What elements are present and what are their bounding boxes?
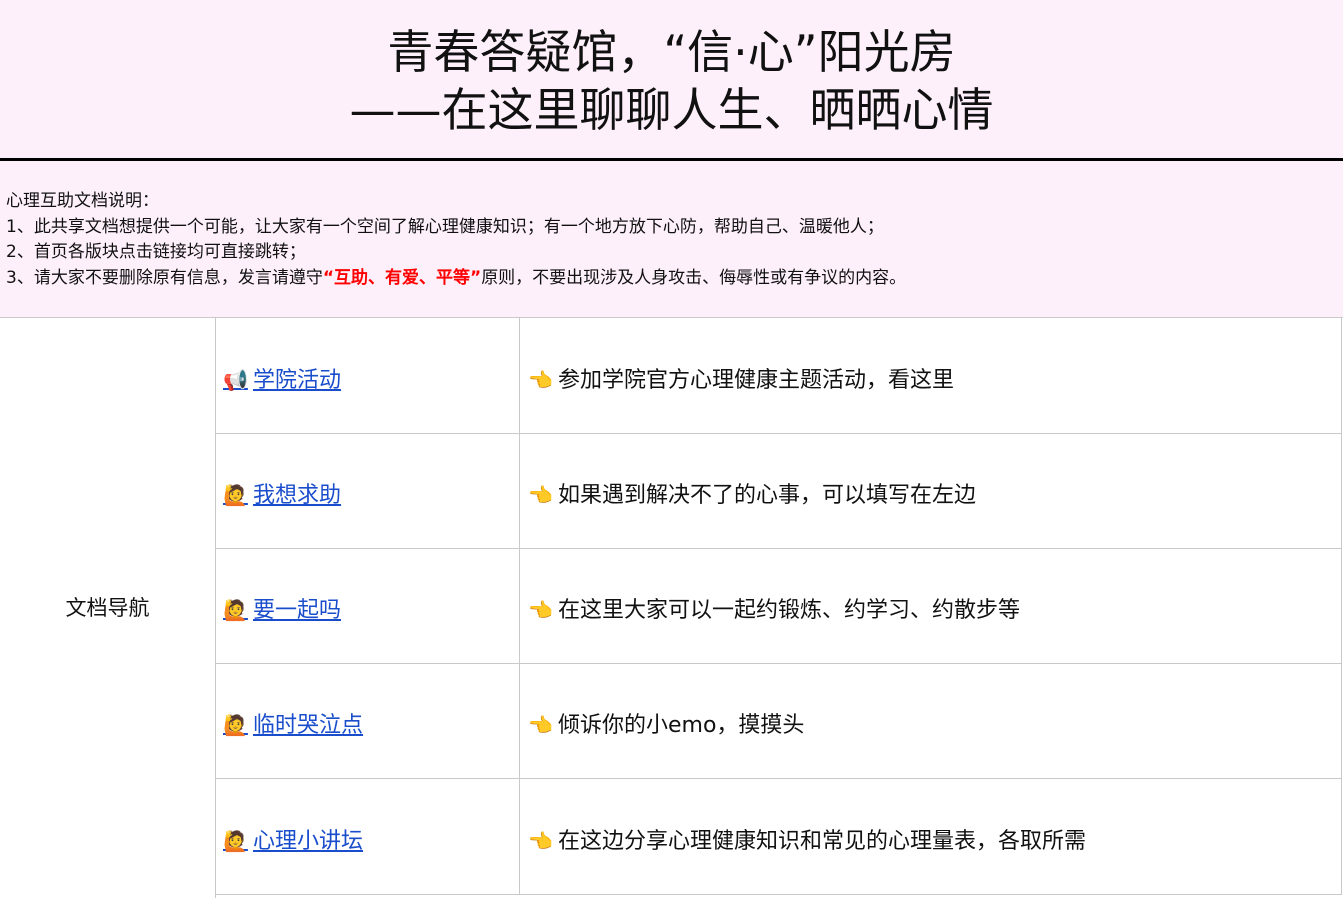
notes-item-1: 1、此共享文档想提供一个可能，让大家有一个空间了解心理健康知识；有一个地方放下心…: [6, 216, 884, 237]
raising-hand-icon: 🙋: [223, 598, 248, 622]
nav-desc-cell[interactable]: 👈 在这里大家可以一起约锻炼、约学习、约散步等: [520, 548, 1342, 663]
navigation-table: 文档导航 📢 学院活动 👈 参加学院官方心理健康主题活动，看这里 🙋 我想求助 👈 如果…: [0, 317, 1343, 898]
pointing-hand-icon: 👈: [528, 483, 553, 507]
nav-link-cell[interactable]: 📢 学院活动: [216, 318, 520, 433]
link-college-activities[interactable]: 学院活动: [253, 368, 341, 393]
nav-link-cell[interactable]: 🙋 临时哭泣点: [216, 663, 520, 778]
raising-hand-icon: 🙋: [223, 483, 248, 507]
raising-hand-icon: 🙋: [223, 829, 248, 853]
nav-label: 文档导航: [65, 596, 150, 620]
notes-item-3-emphasis: “互助、有爱、平等”: [322, 267, 482, 288]
nav-row-together: 🙋 要一起吗 👈 在这里大家可以一起约锻炼、约学习、约散步等: [216, 548, 1342, 664]
notes-heading: 心理互助文档说明：: [6, 191, 159, 211]
page-title-line2: ——在这里聊聊人生、晒晒心情: [349, 83, 994, 137]
nav-desc-text: 在这边分享心理健康知识和常见的心理量表，各取所需: [558, 829, 1087, 854]
nav-desc-text: 参加学院官方心理健康主题活动，看这里: [558, 368, 955, 393]
nav-desc-text: 如果遇到解决不了的心事，可以填写在左边: [558, 483, 977, 508]
notes-item-3-prefix: 3、请大家不要删除原有信息，发言请遵守: [6, 267, 323, 288]
notes-item-3: 3、请大家不要删除原有信息，发言请遵守“互助、有爱、平等”原则，不要出现涉及人身…: [6, 266, 1343, 292]
pointing-hand-icon: 👈: [528, 829, 553, 853]
nav-desc-cell[interactable]: 👈 倾诉你的小emo，摸摸头: [520, 663, 1342, 778]
nav-desc-text: 在这里大家可以一起约锻炼、约学习、约散步等: [558, 598, 1021, 623]
link-ask-for-help[interactable]: 我想求助: [253, 483, 341, 508]
nav-link-cell[interactable]: 🙋 我想求助: [216, 433, 520, 548]
nav-link-cell[interactable]: 🙋 要一起吗: [216, 548, 520, 663]
notes-item-3-suffix: 原则，不要出现涉及人身攻击、侮辱性或有争议的内容。: [481, 267, 907, 288]
raising-hand-icon: 🙋: [223, 713, 248, 737]
nav-label-cell: 文档导航: [0, 318, 216, 898]
pointing-hand-icon: 👈: [528, 713, 553, 737]
nav-row-activities: 📢 学院活动 👈 参加学院官方心理健康主题活动，看这里: [216, 318, 1342, 434]
pointing-hand-icon: 👈: [528, 598, 553, 622]
pointing-hand-icon: 👈: [528, 368, 553, 392]
nav-desc-cell[interactable]: 👈 如果遇到解决不了的心事，可以填写在左边: [520, 433, 1342, 548]
nav-desc-text: 倾诉你的小emo，摸摸头: [558, 713, 805, 738]
nav-row-lecture: 🙋 心理小讲坛 👈 在这边分享心理健康知识和常见的心理量表，各取所需: [216, 779, 1342, 895]
notes-item-2: 2、首页各版块点击链接均可直接跳转；: [6, 242, 306, 262]
nav-desc-cell[interactable]: 👈 参加学院官方心理健康主题活动，看这里: [520, 318, 1342, 433]
nav-row-crying-spot: 🙋 临时哭泣点 👈 倾诉你的小emo，摸摸头: [216, 663, 1342, 779]
link-psych-lecture[interactable]: 心理小讲坛: [253, 829, 363, 854]
link-crying-spot[interactable]: 临时哭泣点: [253, 713, 363, 738]
nav-row-help: 🙋 我想求助 👈 如果遇到解决不了的心事，可以填写在左边: [216, 433, 1342, 549]
document-notes: 心理互助文档说明： 1、此共享文档想提供一个可能，让大家有一个空间了解心理健康知…: [0, 161, 1343, 317]
megaphone-icon: 📢: [223, 368, 248, 392]
link-together[interactable]: 要一起吗: [253, 598, 341, 623]
page-header: 青春答疑馆，“信·心”阳光房 ——在这里聊聊人生、晒晒心情: [0, 0, 1343, 161]
nav-link-cell[interactable]: 🙋 心理小讲坛: [216, 779, 520, 894]
page-title-line1: 青春答疑馆，“信·心”阳光房: [387, 25, 956, 79]
nav-desc-cell[interactable]: 👈 在这边分享心理健康知识和常见的心理量表，各取所需: [520, 779, 1342, 894]
